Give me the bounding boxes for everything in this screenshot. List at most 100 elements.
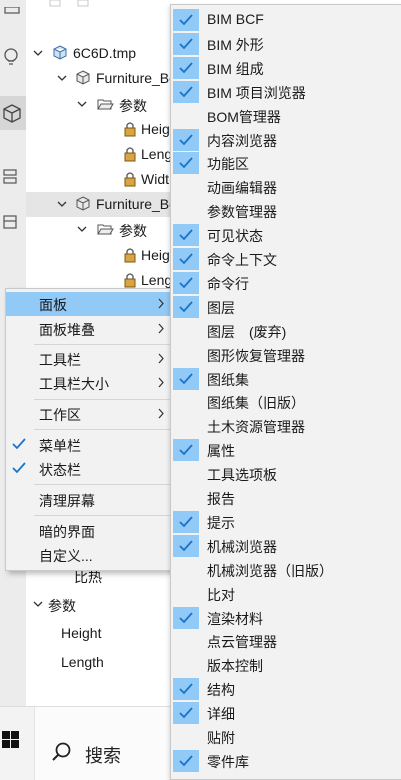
- submenu-item[interactable]: 动画编辑器: [171, 175, 401, 199]
- checkmark-icon: [179, 253, 193, 265]
- chevron-down-icon[interactable]: [32, 598, 44, 610]
- tree-row-label: Leng: [141, 146, 173, 162]
- menu-item-menubar[interactable]: 菜单栏: [6, 433, 173, 457]
- submenu-item[interactable]: 机械浏览器: [171, 534, 401, 558]
- submenu-item[interactable]: 渲染材料: [171, 606, 401, 630]
- submenu-item-label: 版本控制: [207, 658, 263, 675]
- submenu-item-label: 图层: [207, 299, 235, 316]
- submenu-item[interactable]: 内容浏览器: [171, 128, 401, 152]
- submenu-item[interactable]: 图层: [171, 295, 401, 319]
- submenu-item[interactable]: 报告: [171, 486, 401, 510]
- submenu-item[interactable]: 贴附: [171, 725, 401, 749]
- submenu-item[interactable]: BOM管理器: [171, 104, 401, 128]
- windows-logo-icon[interactable]: [0, 725, 34, 759]
- chevron-down-icon[interactable]: [56, 72, 68, 84]
- tree-row-param[interactable]: Heig: [26, 243, 176, 268]
- menu-item-panel-stack[interactable]: 面板堆叠: [6, 317, 173, 341]
- rail-button-lightbulb[interactable]: [0, 40, 26, 74]
- submenu-item[interactable]: 图纸集: [171, 367, 401, 391]
- chevron-down-icon[interactable]: [56, 198, 68, 210]
- list-icon: [3, 169, 17, 184]
- submenu-item-label: 贴附: [207, 730, 235, 746]
- tree-row-lower-params[interactable]: 参数: [26, 592, 176, 617]
- submenu-item-label: 机械浏览器: [207, 538, 277, 555]
- rail-button-list[interactable]: [0, 160, 26, 194]
- tree-row-param[interactable]: Widt: [26, 167, 176, 192]
- chevron-down-icon[interactable]: [32, 47, 44, 59]
- submenu-item[interactable]: 功能区: [171, 151, 401, 175]
- menu-separator: [34, 399, 170, 400]
- submenu-item[interactable]: 零件库: [171, 749, 401, 773]
- menu-item-clean-screen[interactable]: 清理屏幕: [6, 488, 173, 512]
- submenu-item[interactable]: 属性: [171, 438, 401, 462]
- menu-item-workspace[interactable]: 工作区: [6, 402, 173, 426]
- menu-item-label: 自定义...: [39, 548, 93, 564]
- tree-row-param[interactable]: Leng: [26, 142, 176, 167]
- submenu-item-label: 命令行: [207, 275, 249, 292]
- menu-item-statusbar[interactable]: 状态栏: [6, 457, 173, 481]
- rail-button-model[interactable]: [0, 96, 26, 130]
- submenu-item[interactable]: 图形恢复管理器: [171, 343, 401, 367]
- menu-item-panels[interactable]: 面板: [6, 292, 173, 316]
- tree-row-lower[interactable]: Length: [26, 650, 176, 675]
- submenu-item[interactable]: 命令上下文: [171, 247, 401, 271]
- checkmark-icon: [179, 229, 193, 241]
- checkmark-icon: [179, 86, 193, 97]
- submenu-item[interactable]: BIM BCF: [171, 8, 401, 32]
- submenu-item[interactable]: 工具选项板: [171, 462, 401, 486]
- submenu-item[interactable]: BIM 外形: [171, 32, 401, 56]
- parameter-lock-icon: [124, 147, 136, 162]
- tree-row-lower[interactable]: Height: [26, 621, 176, 646]
- menu-item-toolbars[interactable]: 工具栏: [6, 347, 173, 371]
- tree-row-component-2[interactable]: Furniture_Bo: [26, 192, 176, 217]
- checkmark-icon: [179, 444, 193, 456]
- checkmark-icon: [179, 372, 193, 384]
- submenu-item[interactable]: 详细: [171, 701, 401, 725]
- tree-row-label: Furniture_Bo: [96, 196, 176, 212]
- tree-row-label: Length: [61, 654, 104, 670]
- tree-row-component-1[interactable]: Furniture_Bo: [26, 66, 176, 91]
- chevron-right-icon: [158, 408, 164, 419]
- parameter-lock-icon: [124, 273, 136, 288]
- checkmark-icon: [179, 14, 193, 26]
- checkmark-icon: [179, 611, 193, 623]
- submenu-item[interactable]: 参数管理器: [171, 199, 401, 223]
- tree-row-params-2[interactable]: 参数: [26, 217, 176, 242]
- chevron-down-icon[interactable]: [76, 223, 88, 235]
- submenu-item[interactable]: BIM 项目浏览器: [171, 80, 401, 104]
- submenu-item-label: 动画编辑器: [207, 180, 277, 197]
- submenu-item[interactable]: 可见状态: [171, 223, 401, 247]
- submenu-item[interactable]: 命令行: [171, 271, 401, 295]
- submenu-item[interactable]: 机械浏览器（旧版）: [171, 558, 401, 582]
- submenu-item[interactable]: 图纸集（旧版）: [171, 390, 401, 414]
- tree-row-param[interactable]: Heig: [26, 117, 176, 142]
- submenu-item-label: 命令上下文: [207, 252, 277, 268]
- panel-icon: [4, 7, 20, 14]
- parameter-lock-icon: [124, 122, 136, 137]
- menu-item-customize[interactable]: 自定义...: [6, 543, 173, 567]
- menu-separator: [34, 515, 170, 516]
- menu-item-toolbar-size[interactable]: 工具栏大小: [6, 371, 173, 395]
- menu-item-label: 工具栏大小: [39, 376, 109, 392]
- submenu-item[interactable]: 版本控制: [171, 653, 401, 677]
- menu-item-dark-ui[interactable]: 暗的界面: [6, 519, 173, 543]
- submenu-item[interactable]: 图层 (废弃): [171, 319, 401, 343]
- submenu-item[interactable]: 土木资源管理器: [171, 414, 401, 438]
- submenu-item[interactable]: 结构: [171, 677, 401, 701]
- rail-button-sheet[interactable]: [0, 206, 26, 240]
- component-cube-icon: [76, 70, 90, 85]
- toolbar-remnant-icon: [49, 0, 89, 7]
- tree-row-label: Leng: [141, 272, 173, 288]
- submenu-item[interactable]: 比对: [171, 582, 401, 606]
- tree-row-root[interactable]: 6C6D.tmp: [26, 41, 176, 66]
- menu-item-label: 面板: [39, 297, 67, 313]
- tree-row-params-1[interactable]: 参数: [26, 92, 176, 117]
- chevron-down-icon[interactable]: [76, 98, 88, 110]
- submenu-item-label: BOM管理器: [207, 108, 281, 125]
- rail-button-top[interactable]: [0, 0, 26, 34]
- taskbar-search-box[interactable]: 搜索: [34, 707, 170, 780]
- submenu-item[interactable]: BIM 组成: [171, 56, 401, 80]
- submenu-item-label: 可见状态: [207, 228, 263, 245]
- submenu-item[interactable]: 点云管理器: [171, 629, 401, 653]
- submenu-item[interactable]: 提示: [171, 510, 401, 534]
